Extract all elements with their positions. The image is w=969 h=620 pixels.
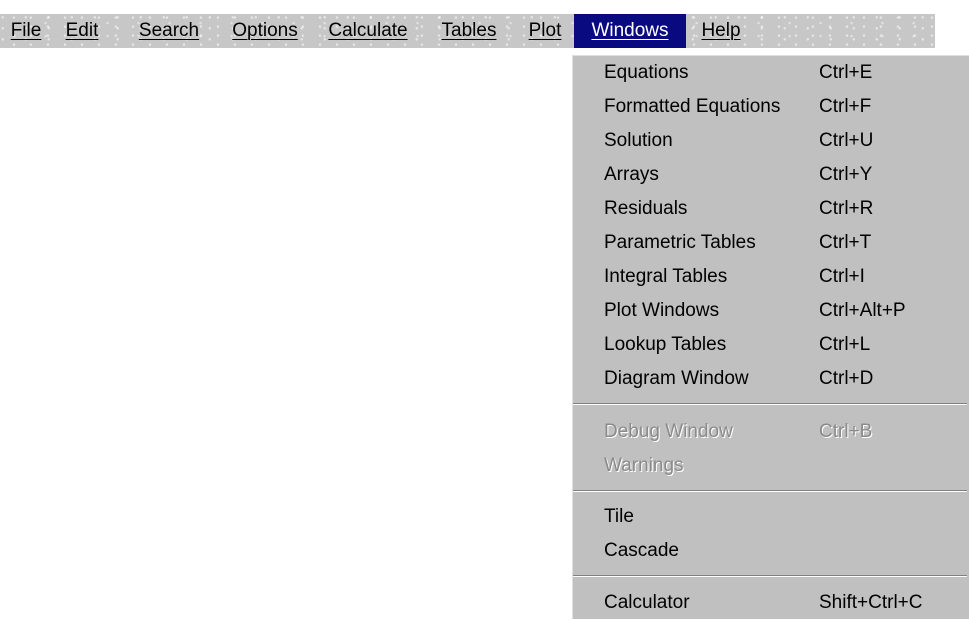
- menu-help[interactable]: Help: [690, 14, 752, 48]
- menu-item-shortcut: Ctrl+Y: [819, 164, 873, 185]
- menu-item-integral-tables[interactable]: Integral Tables Ctrl+I: [571, 260, 969, 294]
- menu-item-label: Equations: [604, 62, 689, 83]
- menu-item-label: Parametric Tables: [604, 232, 756, 253]
- menu-item-shortcut: Ctrl+B: [819, 421, 873, 442]
- menu-item-plot-windows[interactable]: Plot Windows Ctrl+Alt+P: [571, 294, 969, 328]
- menu-item-label: Solution: [604, 130, 673, 151]
- menu-item-label: Plot Windows: [604, 300, 720, 321]
- menu-item-cascade[interactable]: Cascade: [571, 534, 969, 568]
- menu-item-label: Tile: [604, 506, 634, 527]
- menu-item-shortcut: Ctrl+D: [819, 368, 874, 389]
- menu-item-lookup-tables[interactable]: Lookup Tables Ctrl+L: [571, 328, 969, 362]
- menu-item-shortcut: Ctrl+E: [819, 62, 873, 83]
- menu-item-label: Arrays: [604, 164, 659, 185]
- menu-item-shortcut: Ctrl+I: [819, 266, 865, 287]
- menu-item-arrays[interactable]: Arrays Ctrl+Y: [571, 158, 969, 192]
- windows-dropdown-menu: Equations Ctrl+E Formatted Equations Ctr…: [571, 54, 969, 619]
- menu-item-label: Integral Tables: [604, 266, 728, 287]
- menu-item-shortcut: Shift+Ctrl+C: [819, 592, 923, 613]
- menu-item-calculator[interactable]: Calculator Shift+Ctrl+C: [571, 586, 969, 620]
- menu-item-shortcut: Ctrl+L: [819, 334, 871, 355]
- menu-item-label: Debug Window: [604, 421, 733, 442]
- menu-item-solution[interactable]: Solution Ctrl+U: [571, 124, 969, 158]
- menu-item-label: Diagram Window: [604, 368, 749, 389]
- menu-edit[interactable]: Edit: [52, 14, 112, 48]
- menu-item-label: Cascade: [604, 540, 679, 561]
- menu-separator: [573, 575, 967, 577]
- menu-windows[interactable]: Windows: [574, 14, 686, 48]
- menu-options[interactable]: Options: [218, 14, 312, 48]
- menu-item-shortcut: Ctrl+U: [819, 130, 874, 151]
- menu-item-residuals[interactable]: Residuals Ctrl+R: [571, 192, 969, 226]
- menu-item-shortcut: Ctrl+T: [819, 232, 872, 253]
- menu-item-label: Lookup Tables: [604, 334, 727, 355]
- menu-item-parametric-tables[interactable]: Parametric Tables Ctrl+T: [571, 226, 969, 260]
- menu-search[interactable]: Search: [121, 14, 217, 48]
- menu-item-debug-window: Debug Window Ctrl+B: [571, 415, 969, 449]
- menu-calculate[interactable]: Calculate: [312, 14, 424, 48]
- menu-item-label: Formatted Equations: [604, 96, 781, 117]
- menu-item-shortcut: Ctrl+F: [819, 96, 872, 117]
- menu-separator: [573, 490, 967, 492]
- menu-separator: [573, 403, 967, 405]
- menu-item-label: Calculator: [604, 592, 690, 613]
- menu-bar: File Edit Search Options Calculate Table…: [0, 14, 935, 48]
- menu-item-warnings: Warnings: [571, 449, 969, 483]
- menu-item-equations[interactable]: Equations Ctrl+E: [571, 56, 969, 90]
- menu-item-label: Warnings: [604, 455, 684, 476]
- menu-tables[interactable]: Tables: [424, 14, 514, 48]
- menu-plot[interactable]: Plot: [516, 14, 574, 48]
- menu-item-label: Residuals: [604, 198, 688, 219]
- menu-item-shortcut: Ctrl+Alt+P: [819, 300, 906, 321]
- menu-item-formatted-equations[interactable]: Formatted Equations Ctrl+F: [571, 90, 969, 124]
- menu-file[interactable]: File: [0, 14, 52, 48]
- menu-item-shortcut: Ctrl+R: [819, 198, 874, 219]
- menu-item-diagram-window[interactable]: Diagram Window Ctrl+D: [571, 362, 969, 396]
- menu-item-tile[interactable]: Tile: [571, 500, 969, 534]
